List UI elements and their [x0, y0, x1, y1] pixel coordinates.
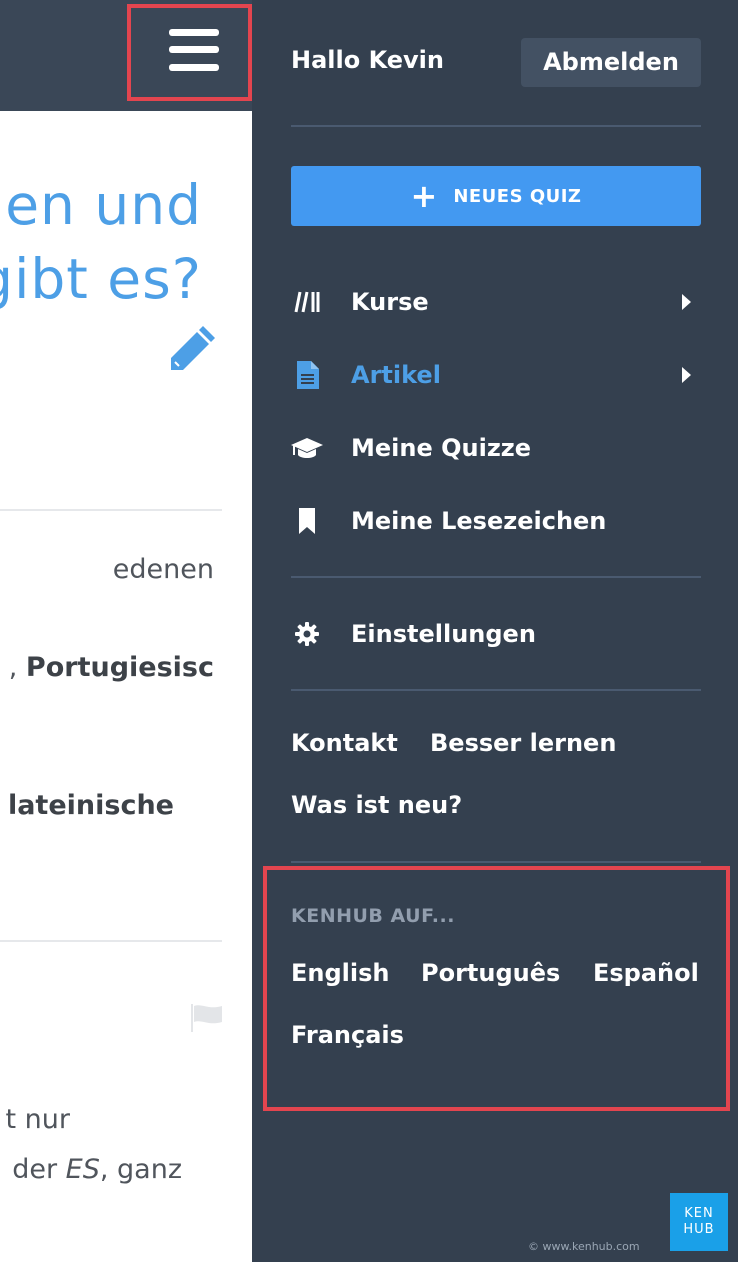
page-title-line-2: gibt es? — [0, 247, 202, 311]
language-link-english[interactable]: English — [291, 959, 389, 987]
gear-icon — [291, 618, 323, 650]
courses-icon — [291, 286, 323, 318]
nav-item-bookmarks[interactable]: Meine Lesezeichen — [291, 496, 701, 546]
menu-button-highlight — [127, 4, 252, 101]
body-text-line: t nur — [5, 1104, 71, 1135]
nav-label: Meine Quizze — [351, 434, 532, 462]
chevron-right-icon — [682, 367, 691, 383]
divider — [291, 576, 701, 578]
page-content: en und gibt es? edenen , Portugiesisc la… — [0, 0, 252, 1262]
new-quiz-label: NEUES QUIZ — [453, 185, 582, 207]
languages-heading: KENHUB AUF... — [291, 905, 455, 927]
flag-icon[interactable] — [190, 1003, 224, 1033]
logout-button[interactable]: Abmelden — [521, 38, 701, 87]
article-icon — [291, 359, 323, 391]
divider — [291, 689, 701, 691]
body-text-line: edenen — [112, 554, 214, 585]
user-greeting: Hallo Kevin — [291, 46, 444, 74]
whats-new-link[interactable]: Was ist neu? — [291, 791, 462, 819]
body-text-line: , Portugiesisc — [8, 652, 214, 683]
divider — [0, 509, 222, 511]
copyright-text: © www.kenhub.com — [528, 1240, 640, 1253]
new-quiz-button[interactable]: + NEUES QUIZ — [291, 166, 701, 226]
nav-label: Kurse — [351, 288, 429, 316]
body-text-line: lateinische — [7, 790, 174, 821]
nav-item-my-quizzes[interactable]: Meine Quizze — [291, 423, 701, 473]
learn-better-link[interactable]: Besser lernen — [430, 729, 616, 757]
bookmark-icon — [291, 505, 323, 537]
languages-highlight — [263, 866, 730, 1111]
plus-icon: + — [410, 177, 438, 215]
nav-label: Einstellungen — [351, 620, 536, 648]
page-title-line-1: en und — [5, 173, 202, 237]
page-title: en und gibt es? — [0, 168, 202, 316]
divider — [291, 125, 701, 127]
body-text-line: der ES, ganz — [12, 1154, 182, 1185]
nav-label: Meine Lesezeichen — [351, 507, 607, 535]
divider — [291, 861, 701, 863]
language-link-spanish[interactable]: Español — [593, 959, 699, 987]
chevron-right-icon — [682, 294, 691, 310]
language-link-french[interactable]: Français — [291, 1021, 404, 1049]
nav-label: Artikel — [351, 361, 441, 389]
divider — [0, 940, 222, 942]
language-link-portuguese[interactable]: Português — [421, 959, 560, 987]
kenhub-logo[interactable]: KEN HUB — [670, 1193, 728, 1251]
nav-item-articles[interactable]: Artikel — [291, 350, 701, 400]
graduation-cap-icon — [291, 432, 323, 464]
pencil-icon[interactable] — [167, 322, 219, 374]
nav-item-courses[interactable]: Kurse — [291, 277, 701, 327]
nav-item-settings[interactable]: Einstellungen — [291, 609, 701, 659]
contact-link[interactable]: Kontakt — [291, 729, 398, 757]
